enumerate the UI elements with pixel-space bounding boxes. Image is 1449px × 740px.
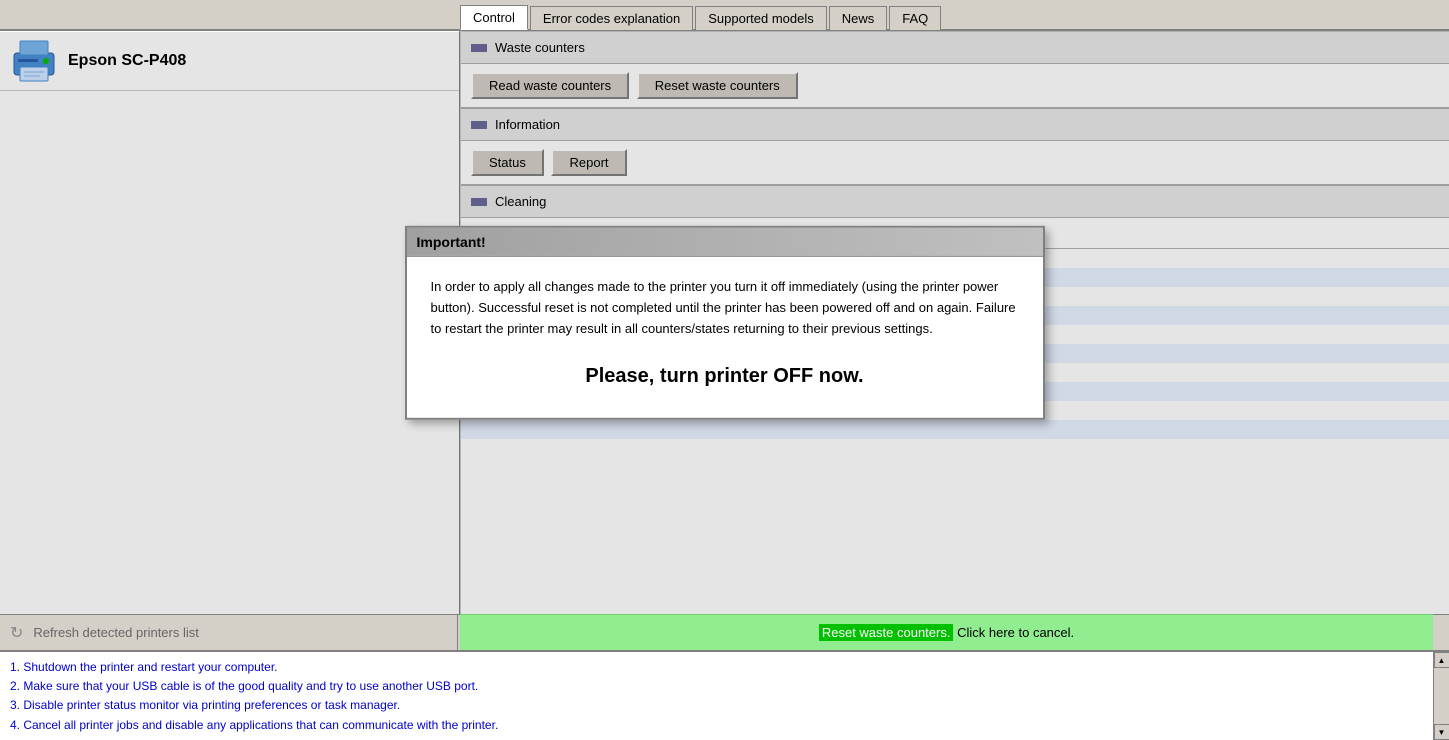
notification-text: Reset waste counters. Click here to canc… [819, 625, 1074, 640]
modal-title: Important! [417, 234, 486, 250]
refresh-button[interactable]: ↻ Refresh detected printers list [0, 615, 458, 651]
bottom-info-content: 1. Shutdown the printer and restart your… [0, 652, 1433, 740]
tab-bar: Control Error codes explanation Supporte… [0, 0, 1449, 31]
scrollbar-up[interactable]: ▲ [1434, 652, 1449, 668]
modal-overlay: Important! In order to apply all changes… [0, 32, 1449, 614]
tab-news[interactable]: News [829, 6, 888, 30]
refresh-label: Refresh detected printers list [33, 625, 198, 640]
tab-control[interactable]: Control [460, 5, 528, 30]
tab-faq[interactable]: FAQ [889, 6, 941, 30]
modal-turn-off-text: Please, turn printer OFF now. [431, 355, 1019, 398]
notification-highlight: Reset waste counters. [819, 624, 954, 641]
modal-title-bar: Important! [407, 228, 1043, 257]
info-line-3: 3. Disable printer status monitor via pr… [10, 696, 1423, 715]
notification-bar[interactable]: Reset waste counters. Click here to canc… [460, 614, 1433, 650]
important-modal: Important! In order to apply all changes… [405, 226, 1045, 420]
scrollbar-down[interactable]: ▼ [1434, 724, 1449, 740]
info-line-4: 4. Cancel all printer jobs and disable a… [10, 716, 1423, 735]
modal-body-text: In order to apply all changes made to th… [431, 277, 1019, 339]
notification-rest: Click here to cancel. [953, 625, 1074, 640]
refresh-icon: ↻ [10, 623, 23, 643]
info-line-2: 2. Make sure that your USB cable is of t… [10, 677, 1423, 696]
bottom-info: 1. Shutdown the printer and restart your… [0, 650, 1449, 740]
tab-supported-models[interactable]: Supported models [695, 6, 827, 30]
info-line-1: 1. Shutdown the printer and restart your… [10, 658, 1423, 677]
tab-error-codes[interactable]: Error codes explanation [530, 6, 693, 30]
scrollbar-right: ▲ ▼ [1433, 652, 1449, 740]
modal-body: In order to apply all changes made to th… [407, 257, 1043, 418]
